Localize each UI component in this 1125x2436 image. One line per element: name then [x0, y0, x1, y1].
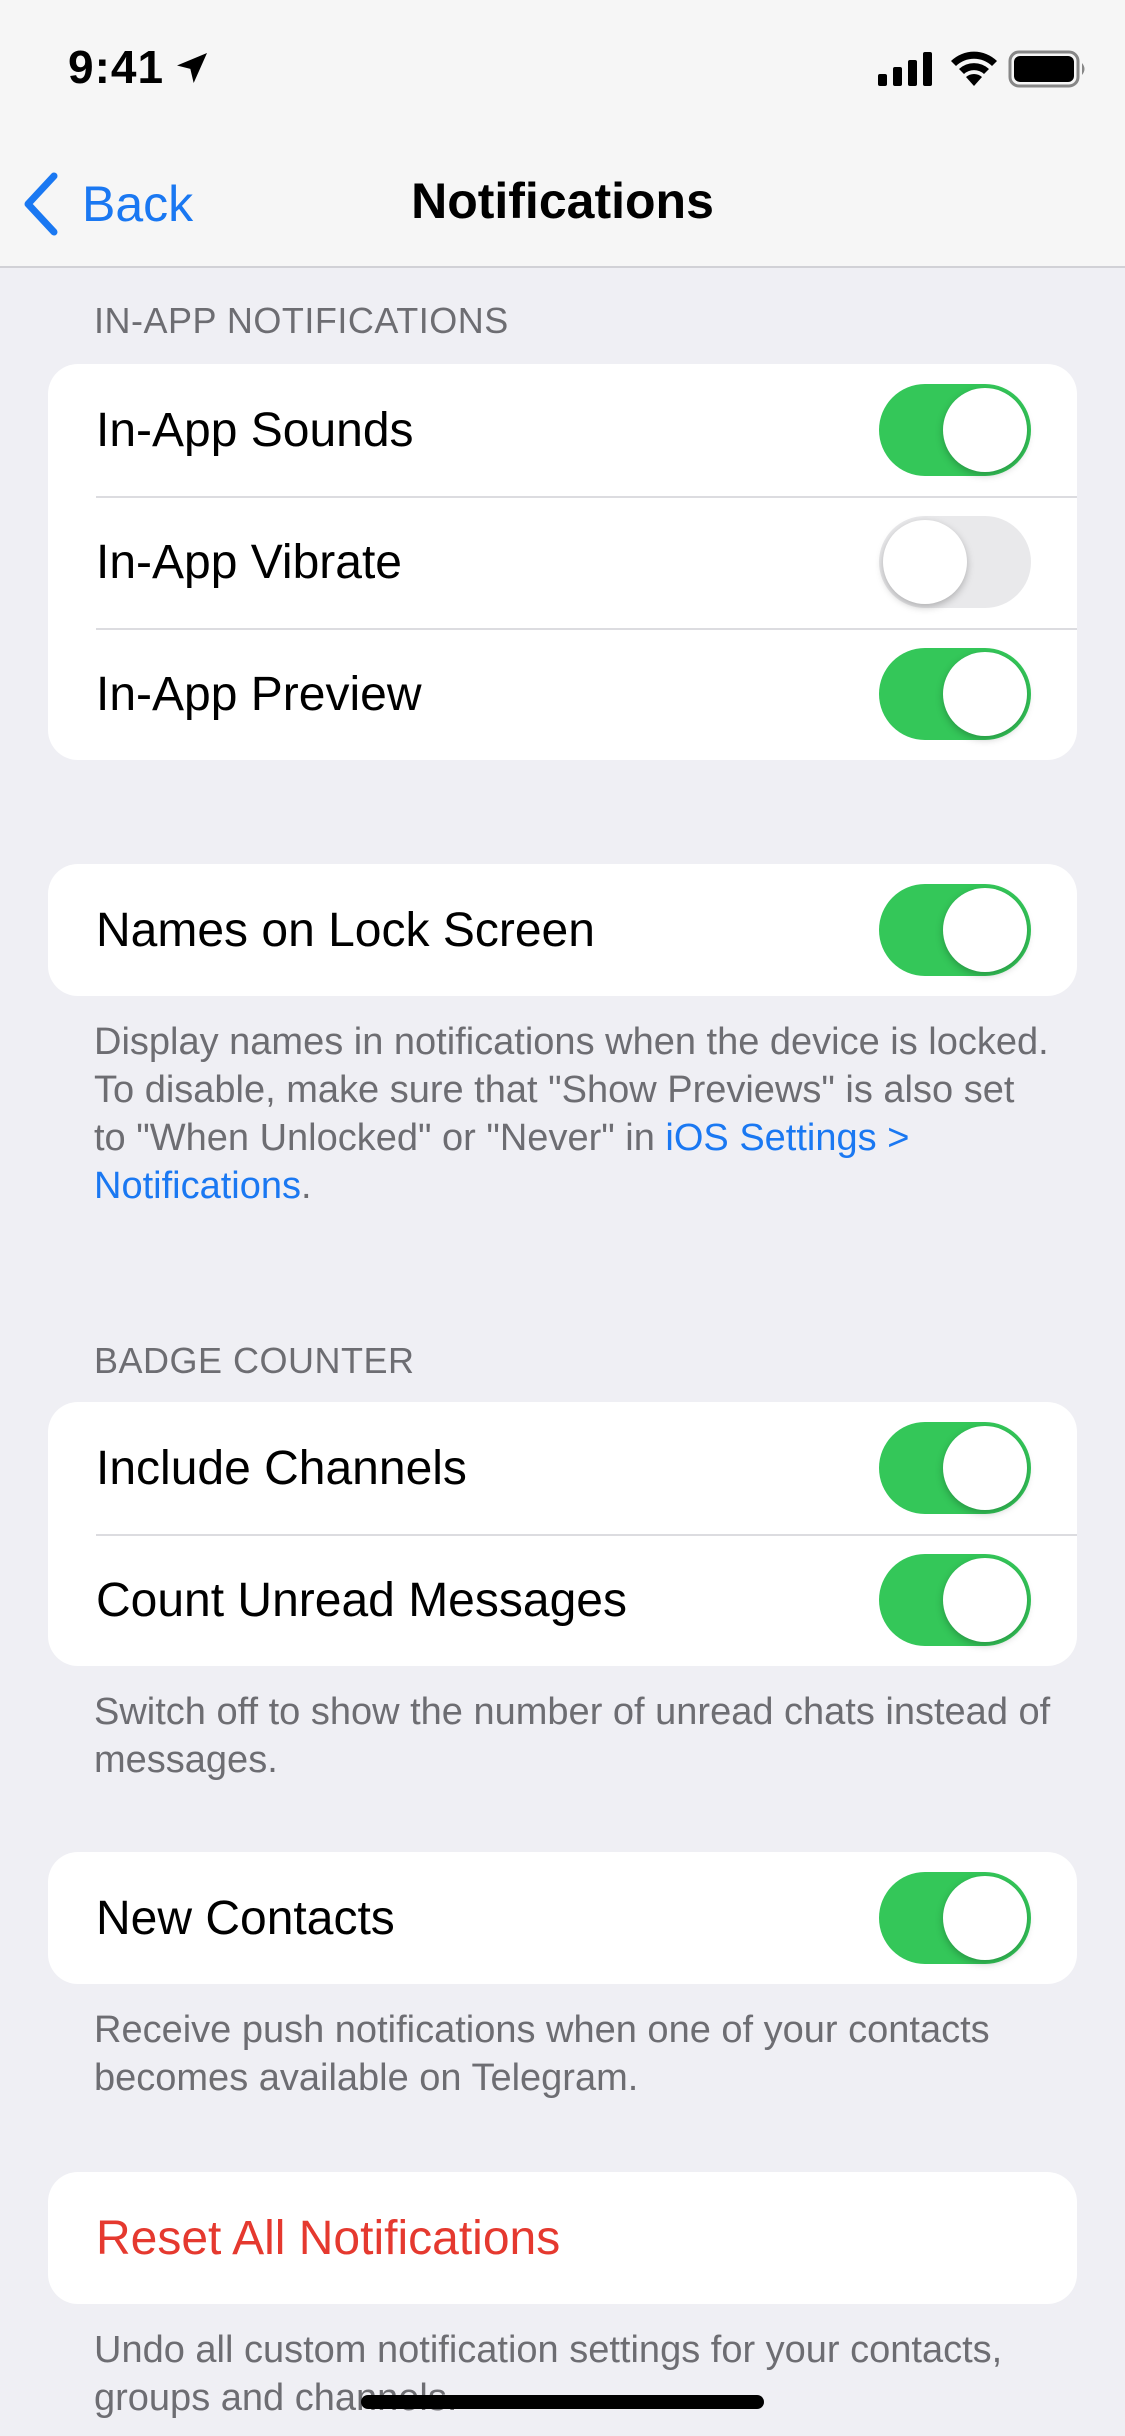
reset-all-notifications-button[interactable]: Reset All Notifications — [48, 2172, 1077, 2304]
count-unread-messages-label: Count Unread Messages — [96, 1573, 627, 1627]
cellular-signal-icon — [878, 52, 932, 86]
include-channels-toggle[interactable] — [879, 1422, 1031, 1514]
in-app-vibrate-label: In-App Vibrate — [96, 535, 402, 589]
include-channels-row[interactable]: Include Channels — [48, 1402, 1077, 1534]
toggle-knob — [883, 520, 967, 604]
reset-group: Reset All Notifications — [48, 2172, 1077, 2304]
new-contacts-footer: Receive push notifications when one of y… — [94, 2009, 990, 2099]
in-app-vibrate-toggle[interactable] — [879, 516, 1031, 608]
in-app-sounds-toggle[interactable] — [879, 384, 1031, 476]
in-app-preview-label: In-App Preview — [96, 667, 422, 721]
toggle-knob — [943, 1876, 1027, 1960]
in-app-group: In-App Sounds In-App Vibrate In-App Prev… — [48, 364, 1077, 760]
in-app-preview-toggle[interactable] — [879, 648, 1031, 740]
navigation-bar: Back Notifications — [0, 140, 1125, 268]
toggle-knob — [943, 388, 1027, 472]
count-unread-messages-toggle[interactable] — [879, 1554, 1031, 1646]
reset-all-notifications-label: Reset All Notifications — [96, 2211, 561, 2265]
new-contacts-label: New Contacts — [96, 1891, 395, 1945]
section-header-in-app: IN-APP NOTIFICATIONS — [94, 300, 509, 341]
in-app-sounds-label: In-App Sounds — [96, 403, 414, 457]
include-channels-label: Include Channels — [96, 1441, 467, 1495]
lock-screen-footer: Display names in notifications when the … — [94, 1018, 1054, 1210]
home-indicator[interactable] — [361, 2395, 764, 2409]
badge-counter-group: Include Channels Count Unread Messages — [48, 1402, 1077, 1666]
status-time: 9:41 — [68, 41, 165, 93]
new-contacts-row[interactable]: New Contacts — [48, 1852, 1077, 1984]
in-app-vibrate-row[interactable]: In-App Vibrate — [48, 496, 1077, 628]
toggle-knob — [943, 1426, 1027, 1510]
location-arrow-icon — [177, 53, 207, 83]
toggle-knob — [943, 888, 1027, 972]
toggle-knob — [943, 1558, 1027, 1642]
wifi-icon — [951, 51, 997, 86]
lock-screen-group: Names on Lock Screen — [48, 864, 1077, 996]
page-title: Notifications — [411, 173, 714, 229]
section-header-badge-counter: BADGE COUNTER — [94, 1340, 415, 1381]
status-bar: 9:41 — [0, 0, 1125, 140]
names-on-lock-screen-row[interactable]: Names on Lock Screen — [48, 864, 1077, 996]
in-app-sounds-row[interactable]: In-App Sounds — [48, 364, 1077, 496]
new-contacts-group: New Contacts — [48, 1852, 1077, 1984]
battery-icon — [1008, 50, 1085, 88]
names-on-lock-screen-label: Names on Lock Screen — [96, 903, 595, 957]
badge-counter-footer: Switch off to show the number of unread … — [94, 1691, 1051, 1781]
toggle-knob — [943, 652, 1027, 736]
count-unread-messages-row[interactable]: Count Unread Messages — [48, 1534, 1077, 1666]
lock-screen-footer-end: . — [300, 1165, 312, 1207]
in-app-preview-row[interactable]: In-App Preview — [48, 628, 1077, 760]
names-on-lock-screen-toggle[interactable] — [879, 884, 1031, 976]
new-contacts-toggle[interactable] — [879, 1872, 1031, 1964]
